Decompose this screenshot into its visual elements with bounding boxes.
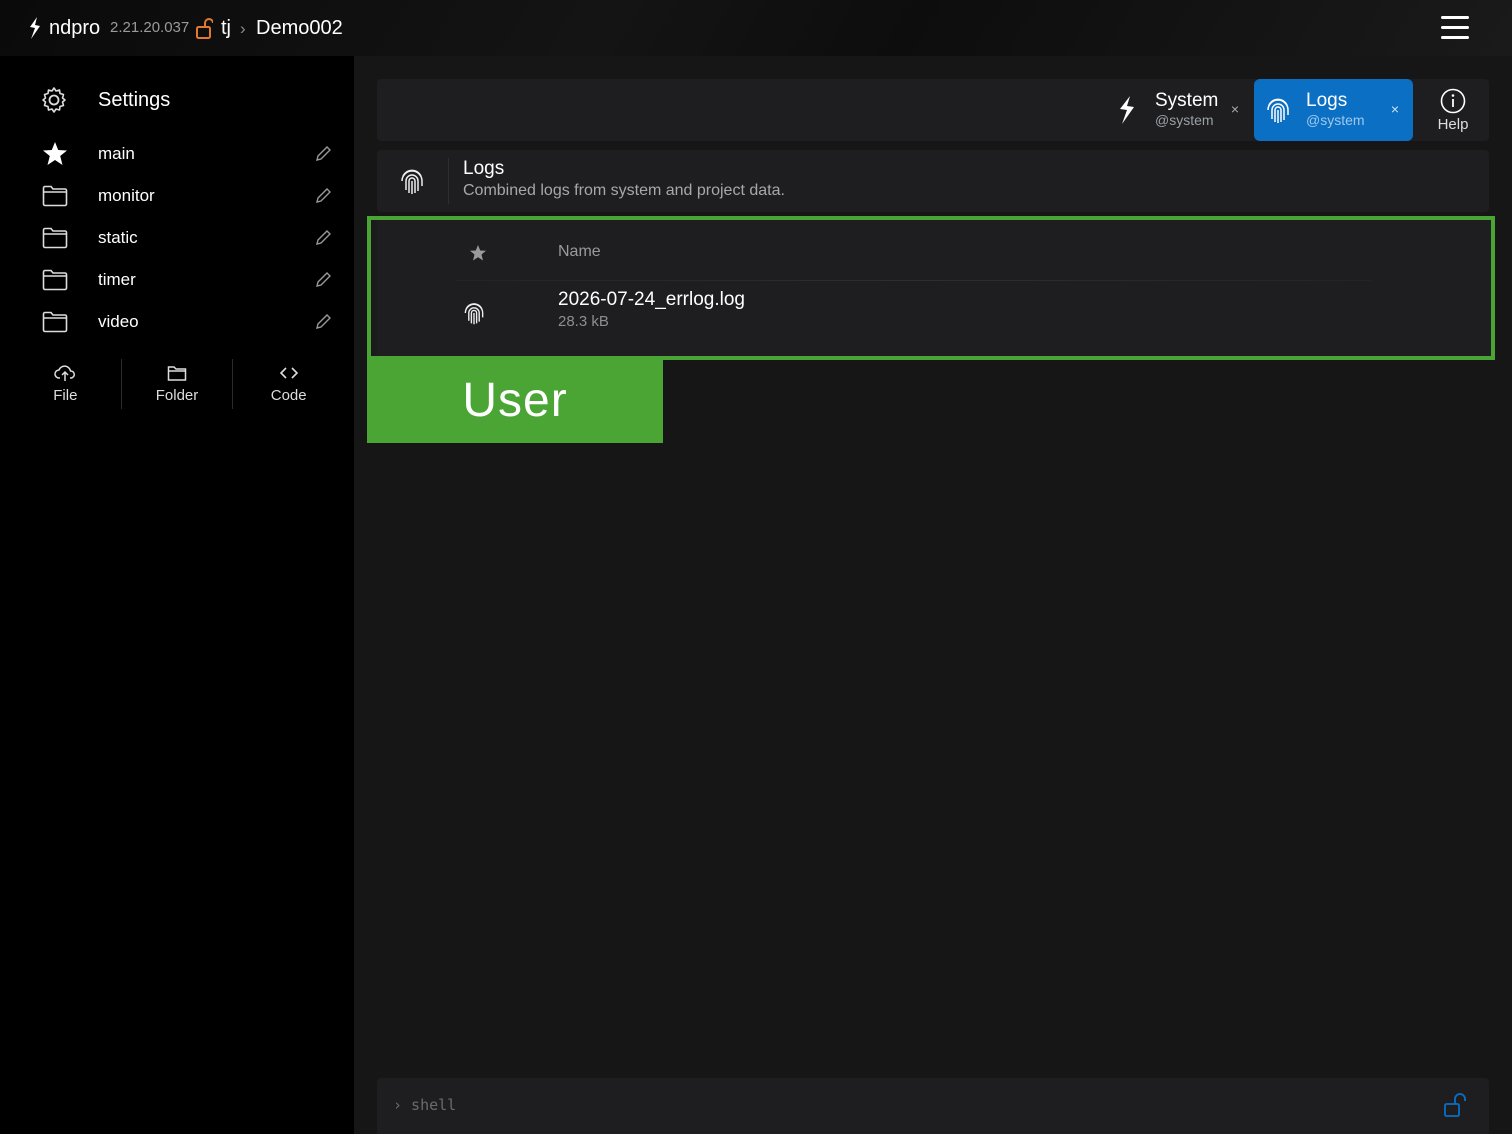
main-area: System @system × Logs @system × Help Log… xyxy=(354,56,1512,1134)
project-name[interactable]: Demo002 xyxy=(256,17,343,40)
help-label: Help xyxy=(1437,115,1469,133)
app-version: 2.21.20.037 xyxy=(110,19,190,36)
folder-icon xyxy=(42,227,68,249)
unlocked-icon[interactable] xyxy=(1443,1092,1467,1118)
action-label: Code xyxy=(270,387,307,404)
column-header-name[interactable]: Name xyxy=(558,243,601,261)
divider xyxy=(448,158,449,204)
close-icon[interactable]: × xyxy=(1391,101,1399,117)
sidebar-item-timer[interactable]: timer xyxy=(40,259,332,301)
tab-name: System xyxy=(1155,90,1219,111)
sidebar-item-static[interactable]: static xyxy=(40,217,332,259)
sidebar-item-monitor[interactable]: monitor xyxy=(40,175,332,217)
tab-logs[interactable]: Logs @system × xyxy=(1254,79,1413,141)
sidebar-item-label: timer xyxy=(98,270,136,289)
folder-icon xyxy=(167,366,187,381)
fingerprint-icon xyxy=(464,303,484,325)
bolt-logo-icon[interactable] xyxy=(28,17,42,39)
app-brand[interactable]: ndpro xyxy=(49,17,100,40)
edit-pencil-icon[interactable] xyxy=(314,271,332,289)
star-icon[interactable] xyxy=(469,244,487,262)
sidebar-item-video[interactable]: video xyxy=(40,301,332,343)
page-title: Logs xyxy=(463,158,505,179)
tab-scope: @system xyxy=(1155,112,1214,128)
hamburger-menu-icon[interactable] xyxy=(1441,16,1469,40)
user-badge: User xyxy=(367,358,663,443)
tab-name: Logs xyxy=(1306,90,1348,111)
breadcrumb-separator: › xyxy=(240,19,246,38)
tab-bar: System @system × Logs @system × Help xyxy=(377,79,1489,141)
help-button[interactable]: Help xyxy=(1423,79,1483,141)
action-label: File xyxy=(53,387,78,404)
new-folder-button[interactable]: Folder xyxy=(122,359,234,409)
edit-pencil-icon[interactable] xyxy=(314,145,332,163)
sidebar-item-main[interactable]: main xyxy=(40,133,332,175)
tab-scope: @system xyxy=(1306,112,1365,128)
folder-icon xyxy=(42,185,68,207)
file-name[interactable]: 2026-07-24_errlog.log xyxy=(558,289,745,311)
upload-cloud-icon xyxy=(54,365,76,381)
gear-icon xyxy=(42,87,66,113)
info-icon xyxy=(1440,88,1466,113)
shell-input[interactable]: › shell xyxy=(393,1096,456,1114)
tab-system[interactable]: System @system × xyxy=(1103,79,1253,141)
edit-pencil-icon[interactable] xyxy=(314,313,332,331)
upload-file-button[interactable]: File xyxy=(10,359,122,409)
file-list: Name 2026-07-24_errlog.log 28.3 kB xyxy=(367,216,1495,360)
user-name[interactable]: tj xyxy=(221,17,231,40)
star-icon xyxy=(43,142,67,165)
file-size: 28.3 kB xyxy=(558,313,609,330)
top-bar: ndpro 2.21.20.037 tj › Demo002 xyxy=(0,0,1512,56)
folder-icon xyxy=(42,269,68,291)
fingerprint-icon xyxy=(1267,98,1289,123)
sidebar-item-label: main xyxy=(98,144,135,163)
page-description: Combined logs from system and project da… xyxy=(463,182,785,199)
sidebar-item-label: video xyxy=(98,312,139,331)
sidebar: Settings main monitor static timer video… xyxy=(0,56,354,1134)
settings-item[interactable]: Settings xyxy=(40,86,170,114)
edit-pencil-icon[interactable] xyxy=(314,187,332,205)
divider xyxy=(457,280,1371,281)
sidebar-item-label: static xyxy=(98,228,138,247)
sidebar-item-label: monitor xyxy=(98,186,155,205)
close-icon[interactable]: × xyxy=(1231,101,1239,117)
sidebar-actions: File Folder Code xyxy=(10,359,344,409)
bolt-icon xyxy=(1120,96,1134,124)
new-code-button[interactable]: Code xyxy=(233,359,344,409)
code-icon xyxy=(279,367,298,379)
logs-header: Logs Combined logs from system and proje… xyxy=(377,150,1489,212)
folder-icon xyxy=(42,311,68,333)
action-label: Folder xyxy=(155,387,199,404)
fingerprint-icon xyxy=(401,169,423,194)
shell-bar: › shell xyxy=(377,1078,1489,1134)
settings-label: Settings xyxy=(98,88,171,111)
edit-pencil-icon[interactable] xyxy=(314,229,332,247)
unlocked-icon[interactable] xyxy=(195,17,213,39)
